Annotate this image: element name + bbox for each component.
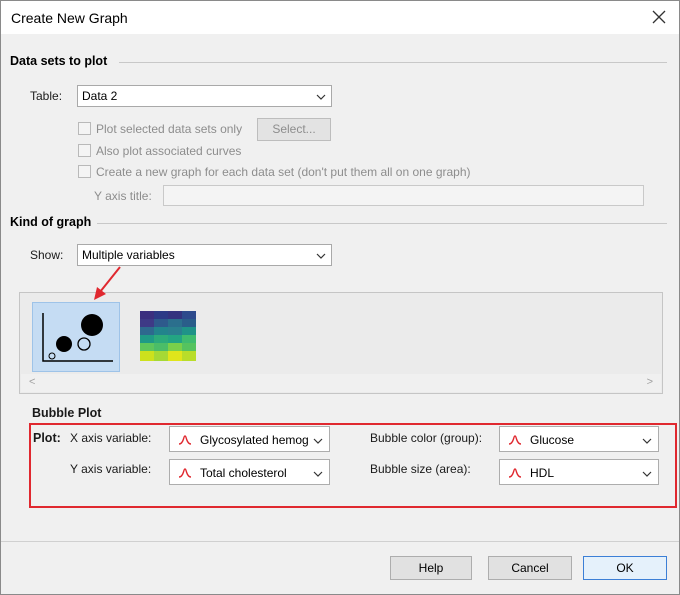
table-select-value: Data 2 (82, 89, 118, 103)
new-graph-checkbox[interactable] (78, 165, 91, 178)
graph-type-gallery: < > (19, 292, 663, 394)
new-graph-label: Create a new graph for each data set (do… (96, 165, 471, 179)
gallery-scrollbar[interactable]: < > (21, 374, 661, 392)
y-axis-title-input[interactable] (163, 185, 644, 206)
distribution-icon (508, 468, 522, 478)
annotation-arrow-icon (94, 266, 121, 300)
bubble-size-label: Bubble size (area): (370, 462, 471, 476)
chevron-down-icon (642, 468, 652, 478)
plot-selected-checkbox[interactable] (78, 122, 91, 135)
chevron-down-icon (313, 468, 323, 478)
plot-label: Plot: (33, 431, 61, 445)
table-select[interactable]: Data 2 (77, 85, 332, 107)
x-axis-variable-label: X axis variable: (70, 431, 152, 445)
y-axis-variable-select[interactable]: Total cholesterol (169, 459, 330, 485)
window-title: Create New Graph (11, 10, 128, 26)
bubble-size-value: HDL (530, 466, 555, 480)
bubble-color-value: Glucose (530, 433, 575, 447)
distribution-icon (178, 468, 192, 478)
divider (1, 541, 679, 542)
chevron-down-icon (642, 435, 652, 445)
plot-selected-label: Plot selected data sets only (96, 122, 243, 136)
distribution-icon (508, 435, 522, 445)
y-axis-title-label: Y axis title: (94, 189, 152, 203)
bubble-plot-header: Bubble Plot (32, 406, 102, 420)
table-label: Table: (30, 89, 63, 103)
also-plot-checkbox[interactable] (78, 144, 91, 157)
heatmap-icon (140, 311, 196, 361)
close-icon[interactable] (649, 7, 669, 27)
x-axis-variable-value: Glycosylated hemog (200, 433, 309, 447)
also-plot-label: Also plot associated curves (96, 144, 242, 158)
bubble-size-select[interactable]: HDL (499, 459, 659, 485)
ok-button[interactable]: OK (583, 556, 667, 580)
bubble-plot-icon (42, 313, 113, 362)
data-sets-header: Data sets to plot (10, 54, 108, 68)
bubble-color-select[interactable]: Glucose (499, 426, 659, 452)
scroll-left-icon[interactable]: < (29, 376, 35, 388)
title-bar: Create New Graph (1, 1, 679, 34)
distribution-icon (178, 435, 192, 445)
select-button[interactable]: Select... (257, 118, 331, 141)
divider (97, 223, 667, 224)
chevron-down-icon (316, 250, 326, 260)
create-new-graph-dialog: Create New Graph Data sets to plot Table… (0, 0, 680, 595)
scroll-right-icon[interactable]: > (647, 376, 653, 388)
heatmap-thumbnail[interactable] (140, 311, 196, 361)
bubble-plot-thumbnail[interactable] (32, 302, 120, 372)
divider (119, 62, 667, 63)
chevron-down-icon (316, 91, 326, 101)
cancel-button[interactable]: Cancel (488, 556, 572, 580)
chevron-down-icon (313, 435, 323, 445)
y-axis-variable-label: Y axis variable: (70, 462, 152, 476)
kind-of-graph-header: Kind of graph (10, 215, 92, 229)
help-button[interactable]: Help (390, 556, 472, 580)
bubble-color-label: Bubble color (group): (370, 431, 483, 445)
show-select-value: Multiple variables (82, 248, 175, 262)
x-axis-variable-select[interactable]: Glycosylated hemog (169, 426, 330, 452)
show-label: Show: (30, 248, 64, 262)
y-axis-variable-value: Total cholesterol (200, 466, 287, 480)
